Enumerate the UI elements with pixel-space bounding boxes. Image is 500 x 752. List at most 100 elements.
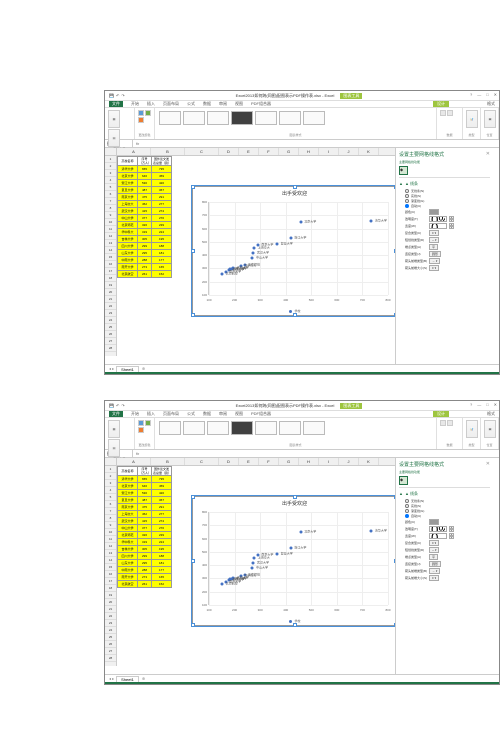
tab-chart-format[interactable]: 格式 bbox=[487, 411, 495, 417]
chart-object[interactable]: + ✎ ▼ 出手受欢迎 1002003004005006007008001002… bbox=[192, 186, 395, 316]
radio-none[interactable] bbox=[405, 189, 409, 193]
row-header[interactable]: 15 bbox=[105, 254, 116, 261]
row-header[interactable]: 7 bbox=[105, 198, 116, 205]
radio-auto[interactable] bbox=[405, 514, 409, 518]
row-header[interactable]: 28 bbox=[105, 345, 116, 352]
row-header[interactable]: 24 bbox=[105, 317, 116, 324]
row-header[interactable]: 26 bbox=[105, 641, 116, 648]
col-header[interactable]: B bbox=[151, 458, 185, 465]
width-input[interactable] bbox=[429, 223, 447, 229]
width-input[interactable] bbox=[429, 533, 447, 539]
add-element-button[interactable]: ▦ bbox=[108, 420, 120, 438]
tab-pdf[interactable]: PDF组合器 bbox=[251, 101, 271, 107]
tab-layout[interactable]: 页面布局 bbox=[163, 101, 179, 107]
col-header[interactable]: D bbox=[219, 148, 239, 155]
window-controls[interactable]: ?—□✕ bbox=[470, 92, 497, 97]
col-header[interactable]: F bbox=[259, 458, 279, 465]
sheet-tab[interactable]: Sheet1 bbox=[116, 366, 139, 372]
tab-review[interactable]: 审阅 bbox=[219, 411, 227, 417]
col-header[interactable]: E bbox=[239, 458, 259, 465]
view-break[interactable] bbox=[432, 684, 440, 685]
row-header[interactable]: 22 bbox=[105, 613, 116, 620]
data-point[interactable]: 武汉大学 bbox=[252, 252, 255, 255]
change-type-button[interactable]: 📊 bbox=[466, 420, 478, 438]
color-picker[interactable] bbox=[429, 209, 439, 215]
change-type-button[interactable]: 📊 bbox=[466, 110, 478, 128]
col-header[interactable]: J bbox=[339, 148, 359, 155]
resize-handle[interactable] bbox=[191, 185, 195, 189]
radio-gradient[interactable] bbox=[405, 199, 409, 203]
row-header[interactable]: 6 bbox=[105, 501, 116, 508]
row-header[interactable]: 13 bbox=[105, 240, 116, 247]
radio-auto[interactable] bbox=[405, 204, 409, 208]
row-header[interactable]: 3 bbox=[105, 480, 116, 487]
data-point[interactable]: 浙江大学 bbox=[289, 236, 292, 239]
data-point[interactable]: 上海交大 bbox=[253, 557, 256, 560]
fill-line-icon[interactable]: ◆ bbox=[399, 166, 408, 175]
row-header[interactable]: 7 bbox=[105, 508, 116, 515]
fx-icon[interactable]: fx bbox=[133, 141, 142, 146]
row-header[interactable]: 27 bbox=[105, 338, 116, 345]
col-header[interactable]: J bbox=[339, 458, 359, 465]
view-break[interactable] bbox=[432, 374, 440, 375]
col-header[interactable]: A bbox=[117, 148, 151, 155]
row-header[interactable]: 25 bbox=[105, 634, 116, 641]
switch-rowcol-button[interactable] bbox=[440, 110, 446, 116]
window-controls[interactable]: ?—□✕ bbox=[470, 402, 497, 407]
move-chart-button[interactable]: ▣ bbox=[484, 420, 496, 438]
col-header[interactable]: G bbox=[279, 458, 299, 465]
qat[interactable]: 💾↶↷ bbox=[109, 93, 125, 98]
row-header[interactable]: 10 bbox=[105, 529, 116, 536]
col-header[interactable]: D bbox=[219, 458, 239, 465]
transparency-input[interactable] bbox=[429, 216, 447, 222]
sheet-grid[interactable]: ABCDEFGHIJK 1234567891011121314151617181… bbox=[105, 458, 395, 674]
data-point[interactable]: 武汉大学 bbox=[252, 562, 255, 565]
row-header[interactable]: 12 bbox=[105, 233, 116, 240]
data-point[interactable]: 上海交大 bbox=[253, 247, 256, 250]
row-header[interactable]: 3 bbox=[105, 170, 116, 177]
data-point[interactable]: 复旦大学 bbox=[276, 552, 279, 555]
color-picker[interactable] bbox=[429, 519, 439, 525]
arrow-size[interactable]: ≡ ▾ bbox=[429, 265, 439, 271]
tab-data[interactable]: 数据 bbox=[203, 101, 211, 107]
zoom-control[interactable]: −+100% bbox=[444, 685, 495, 686]
chart-object[interactable]: + ✎ ▼ 出手受欢迎 1002003004005006007008001002… bbox=[192, 496, 395, 626]
col-header[interactable]: C bbox=[185, 458, 219, 465]
tab-home[interactable]: 开始 bbox=[131, 411, 139, 417]
close-icon[interactable]: ✕ bbox=[486, 461, 490, 467]
join-select[interactable]: 圆形 bbox=[429, 251, 441, 257]
arrow-begin[interactable]: → ▾ bbox=[429, 568, 440, 574]
row-header[interactable]: 16 bbox=[105, 571, 116, 578]
col-header[interactable]: A bbox=[117, 458, 151, 465]
chart-legend[interactable]: 学校 bbox=[288, 619, 300, 623]
radio-solid[interactable] bbox=[405, 194, 409, 198]
col-header[interactable]: C bbox=[185, 148, 219, 155]
row-header[interactable]: 8 bbox=[105, 515, 116, 522]
col-header[interactable]: I bbox=[319, 458, 339, 465]
plot-area[interactable]: 1002003004005006007008001002003004005006… bbox=[208, 512, 388, 605]
sheet-nav[interactable]: ◂ ▸ bbox=[107, 676, 116, 681]
row-header[interactable]: 21 bbox=[105, 606, 116, 613]
sheet-grid[interactable]: ABCDEFGHIJK 1234567891011121314151617181… bbox=[105, 148, 395, 364]
cells-area[interactable]: 高校名称序号（万人）国外论文发表总量（篇）清华大学655735北京大学64645… bbox=[117, 156, 395, 356]
tab-home[interactable]: 开始 bbox=[131, 101, 139, 107]
col-header[interactable]: H bbox=[299, 458, 319, 465]
row-header[interactable]: 26 bbox=[105, 331, 116, 338]
row-header[interactable]: 17 bbox=[105, 268, 116, 275]
data-point[interactable]: 北京航空 bbox=[221, 582, 224, 585]
row-header[interactable]: 4 bbox=[105, 487, 116, 494]
view-layout[interactable] bbox=[420, 684, 428, 685]
add-sheet-icon[interactable]: ⊕ bbox=[139, 366, 148, 371]
tab-file[interactable]: 文件 bbox=[109, 101, 123, 107]
tab-formula[interactable]: 公式 bbox=[187, 411, 195, 417]
data-point[interactable]: 北京大学 bbox=[299, 221, 302, 224]
row-header[interactable]: 6 bbox=[105, 191, 116, 198]
row-header[interactable]: 5 bbox=[105, 184, 116, 191]
row-header[interactable]: 14 bbox=[105, 557, 116, 564]
quick-layout-button[interactable]: ▤ bbox=[108, 439, 120, 457]
switch-rowcol-button[interactable] bbox=[440, 420, 446, 426]
row-header[interactable]: 21 bbox=[105, 296, 116, 303]
spin-down[interactable]: ▾ bbox=[449, 219, 454, 222]
row-header[interactable]: 16 bbox=[105, 261, 116, 268]
column-headers[interactable]: ABCDEFGHIJK bbox=[105, 148, 395, 156]
